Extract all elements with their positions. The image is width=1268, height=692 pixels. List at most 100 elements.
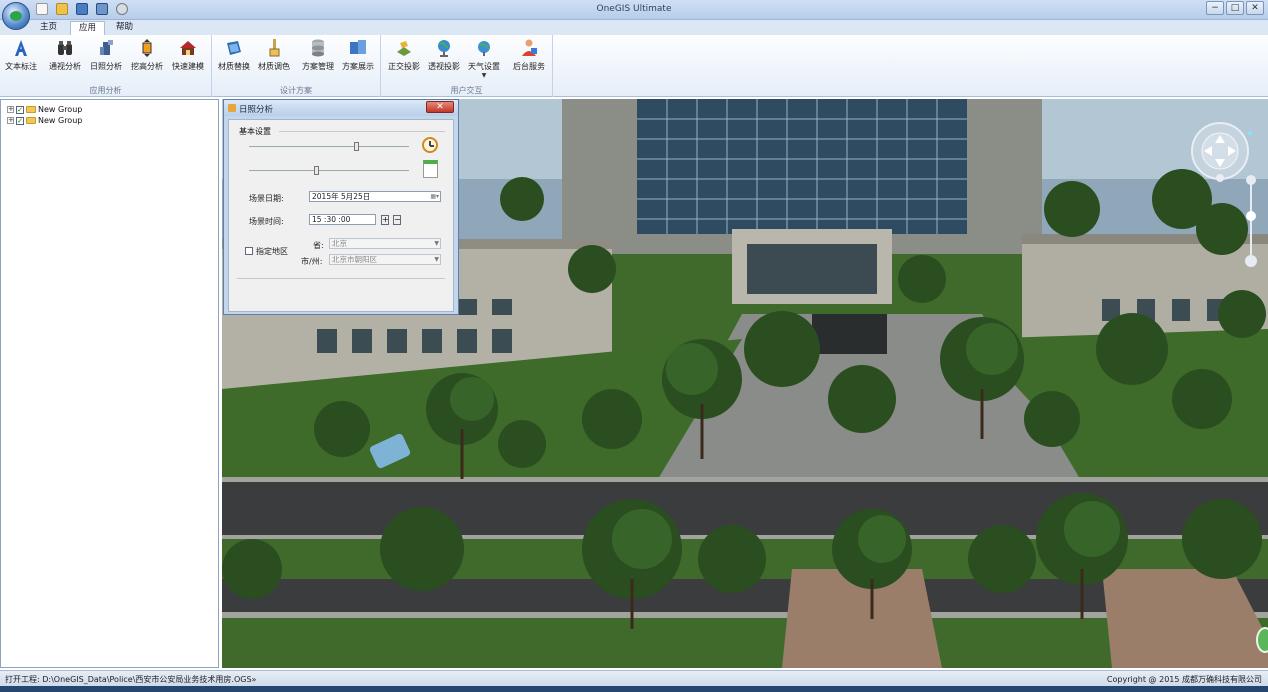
city-label: 市/州: <box>301 257 323 266</box>
material-replace-button[interactable]: 材质替换 <box>214 38 254 78</box>
province-label: 省: <box>313 241 324 250</box>
material-color-button[interactable]: 材质调色 <box>254 38 294 78</box>
city-select[interactable]: 北京市朝阳区 ▼ <box>329 254 441 265</box>
tab-home[interactable]: 主页 <box>32 21 65 35</box>
group-box-divider <box>279 131 445 132</box>
weather-settings-button[interactable]: 天气设置 ▼ <box>464 38 504 79</box>
perspective-projection-button[interactable]: 透视投影 <box>424 38 464 78</box>
line-of-sight-button[interactable]: 通视分析 <box>45 38 85 78</box>
date-picker[interactable]: 2015年 5月25日 ▦▾ <box>309 191 441 202</box>
tree-item[interactable]: + ✓ New Group <box>7 115 218 126</box>
ribbon: 文本标注 通视分析 日照分析 挖高分析 快速建模 应用分析 材质替换 材质调色 <box>0 35 1268 97</box>
ribbon-group-design-label: 设计方案 <box>280 86 312 95</box>
excavation-icon <box>142 39 152 57</box>
window-title: OneGIS Ultimate <box>596 4 672 14</box>
scheme-manage-button[interactable]: 方案管理 <box>298 38 338 78</box>
service-user-icon <box>522 39 537 56</box>
globe-icon <box>438 40 450 57</box>
maximize-button[interactable]: □ <box>1226 1 1244 15</box>
layer-checkbox[interactable]: ✓ <box>16 105 24 114</box>
time-input[interactable]: 15 :30 :00 <box>309 214 376 225</box>
expand-icon[interactable]: + <box>7 117 14 124</box>
ortho-projection-button[interactable]: 正交投影 <box>384 38 424 78</box>
excavation-analysis-label: 挖高分析 <box>131 62 163 71</box>
dialog-close-button[interactable]: ✕ <box>426 101 454 113</box>
scheme-display-button[interactable]: 方案展示 <box>338 38 378 78</box>
ortho-projection-icon <box>397 41 411 56</box>
line-of-sight-label: 通视分析 <box>49 62 81 71</box>
status-copyright: Copyright @ 2015 成都万确科技有限公司 <box>1106 675 1262 684</box>
status-bar: 打开工程: D:\OneGIS_Data\Police\西安市公安局业务技术用房… <box>0 670 1268 686</box>
date-slider-thumb[interactable] <box>314 166 320 175</box>
group-box-bottom <box>237 278 445 279</box>
database-icon <box>312 39 324 57</box>
weather-settings-label: 天气设置 <box>468 62 500 71</box>
folder-icon <box>26 106 36 113</box>
time-slider[interactable] <box>249 142 409 151</box>
status-project-path: 打开工程: D:\OneGIS_Data\Police\西安市公安局业务技术用房… <box>5 675 257 684</box>
date-slider[interactable] <box>249 166 409 175</box>
city-value: 北京市朝阳区 <box>332 255 377 264</box>
minimize-button[interactable]: − <box>1206 1 1224 15</box>
tree-item[interactable]: + ✓ New Group <box>7 104 218 115</box>
dialog-app-icon <box>228 104 236 112</box>
material-replace-icon <box>227 41 241 55</box>
group-box-label: 基本设置 <box>239 127 271 136</box>
time-value: 15 :30 :00 <box>312 215 351 224</box>
perspective-projection-label: 透视投影 <box>428 62 460 71</box>
time-decrease-button[interactable]: − <box>393 215 401 225</box>
app-menu-button[interactable] <box>2 2 30 30</box>
sunlight-analysis-label: 日照分析 <box>90 62 122 71</box>
text-annotation-icon <box>15 40 27 56</box>
tree-item-label: New Group <box>38 116 83 125</box>
ribbon-group-analysis: 文本标注 通视分析 日照分析 挖高分析 快速建模 应用分析 <box>0 35 212 97</box>
tree-item-label: New Group <box>38 105 83 114</box>
time-increase-button[interactable]: + <box>381 215 389 225</box>
folder-icon <box>26 117 36 124</box>
ortho-projection-label: 正交投影 <box>388 62 420 71</box>
zoom-thumb[interactable] <box>1246 211 1256 221</box>
zoom-slider[interactable] <box>1244 175 1258 267</box>
province-select[interactable]: 北京 ▼ <box>329 238 441 249</box>
calendar-icon <box>423 160 438 178</box>
tab-application[interactable]: 应用 <box>70 21 106 35</box>
side-widget-icon[interactable] <box>1256 627 1268 653</box>
time-slider-thumb[interactable] <box>354 142 360 151</box>
zoom-out-icon[interactable] <box>1245 255 1257 267</box>
chevron-down-icon: ▼ <box>434 256 439 263</box>
weather-icon <box>474 38 494 58</box>
chevron-down-icon: ▼ <box>434 240 439 247</box>
text-label-button[interactable]: 文本标注 <box>1 38 41 78</box>
calendar-dropdown-icon[interactable]: ▦▾ <box>430 192 439 201</box>
dialog-title-bar[interactable]: 日照分析 ✕ <box>224 100 458 116</box>
date-label: 场景日期: <box>249 194 284 203</box>
scheme-display-icon <box>350 40 366 54</box>
material-color-label: 材质调色 <box>258 62 290 71</box>
paint-brush-icon <box>269 39 280 57</box>
sunlight-icon <box>100 40 113 55</box>
house-icon <box>180 41 196 55</box>
excavation-analysis-button[interactable]: 挖高分析 <box>127 38 167 78</box>
specify-region-checkbox[interactable] <box>245 247 253 255</box>
close-button[interactable]: ✕ <box>1246 1 1264 15</box>
quick-model-button[interactable]: 快速建模 <box>168 38 208 78</box>
binoculars-icon <box>58 41 72 55</box>
layer-checkbox[interactable]: ✓ <box>16 116 24 125</box>
dialog-title: 日照分析 <box>239 105 274 115</box>
time-label: 场景时间: <box>249 217 284 226</box>
ribbon-tabs: 主页 应用 帮助 <box>0 20 1268 35</box>
zoom-in-icon[interactable] <box>1246 175 1256 185</box>
province-value: 北京 <box>332 239 347 248</box>
os-taskbar <box>0 686 1268 692</box>
scheme-display-label: 方案展示 <box>342 62 374 71</box>
backend-service-button[interactable]: 后台服务 <box>509 38 549 78</box>
chevron-down-icon: ▼ <box>481 72 487 79</box>
tab-help[interactable]: 帮助 <box>108 21 141 35</box>
ribbon-group-interaction: 正交投影 透视投影 天气设置 ▼ 后台服务 用户交互 <box>381 35 553 97</box>
zoom-track <box>1250 181 1252 261</box>
expand-icon[interactable]: + <box>7 106 14 113</box>
layer-tree-panel: + ✓ New Group + ✓ New Group <box>0 99 219 668</box>
ribbon-group-design: 材质替换 材质调色 方案管理 方案展示 设计方案 <box>212 35 381 97</box>
quick-model-label: 快速建模 <box>172 62 204 71</box>
sunlight-analysis-button[interactable]: 日照分析 <box>86 38 126 78</box>
